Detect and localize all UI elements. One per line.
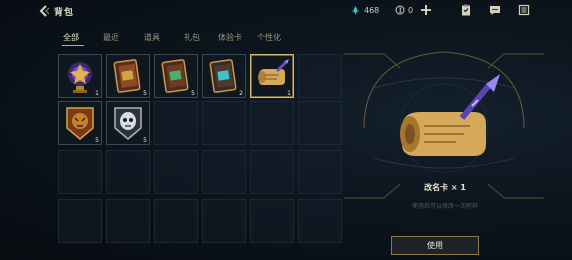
inventory-slot[interactable]: 5 (154, 54, 198, 98)
item-count: 5 (191, 90, 195, 97)
inventory-slot[interactable]: 1 (58, 54, 102, 98)
tab-all[interactable]: 全部 (63, 32, 79, 43)
inventory-slot-empty[interactable] (106, 199, 150, 243)
top-bar: 背包 468 0 (0, 0, 572, 24)
riot-points-value: 0 (408, 5, 414, 15)
item-count: 2 (239, 90, 243, 97)
riot-points-icon (395, 5, 405, 15)
use-button[interactable]: 使用 (391, 236, 479, 255)
inventory-slot-empty[interactable] (298, 150, 342, 194)
inventory-slot-empty[interactable] (298, 101, 342, 145)
item-count: 5 (143, 137, 147, 144)
inventory-slot-empty[interactable] (202, 101, 246, 145)
inventory-slot[interactable]: 2 (202, 54, 246, 98)
blue-essence-value: 468 (364, 6, 380, 15)
inventory-slot[interactable]: 5 (58, 101, 102, 145)
chat-icon[interactable] (489, 4, 501, 16)
tab-recent[interactable]: 最近 (103, 32, 119, 43)
item-count: 5 (95, 137, 99, 144)
item-count: 5 (143, 90, 147, 97)
settings-menu-icon[interactable] (518, 4, 530, 16)
active-tab-indicator (62, 45, 84, 46)
blue-essence-icon (352, 6, 359, 15)
inventory-slot-empty[interactable] (106, 150, 150, 194)
inventory-slot-empty[interactable] (154, 150, 198, 194)
item-count: 1 (95, 90, 99, 97)
name-change-scroll-large-icon (400, 74, 500, 156)
add-currency-icon[interactable] (420, 4, 432, 16)
back-arrow-icon[interactable] (37, 4, 51, 18)
inventory-slot-empty[interactable] (298, 54, 342, 98)
inventory-slot-selected[interactable]: 1 (250, 54, 294, 98)
inventory-slot-empty[interactable] (154, 101, 198, 145)
inventory-slot-empty[interactable] (250, 199, 294, 243)
item-name: 改名卡 × 1 (424, 183, 466, 192)
missions-clipboard-icon[interactable] (460, 4, 472, 16)
tab-items[interactable]: 道具 (144, 32, 160, 43)
inventory-slot-empty[interactable] (298, 199, 342, 243)
inventory-slot-empty[interactable] (154, 199, 198, 243)
tab-trial-cards[interactable]: 体验卡 (218, 32, 242, 43)
riot-points-display: 0 (395, 5, 413, 15)
inventory-slot[interactable]: 5 (106, 54, 150, 98)
inventory-slot-empty[interactable] (58, 199, 102, 243)
item-description: 使用后可以修改一次昵称 (411, 203, 478, 210)
blue-essence-display: 468 (350, 5, 379, 16)
tab-personalization[interactable]: 个性化 (257, 32, 281, 43)
inventory-slot-empty[interactable] (58, 150, 102, 194)
inventory-slot-empty[interactable] (202, 199, 246, 243)
item-count: 1 (287, 90, 291, 97)
inventory-slot[interactable]: 5 (106, 101, 150, 145)
inventory-slot-empty[interactable] (250, 150, 294, 194)
inventory-slot-empty[interactable] (250, 101, 294, 145)
page-title: 背包 (54, 8, 75, 18)
inventory-slot-empty[interactable] (202, 150, 246, 194)
tab-gift-packs[interactable]: 礼包 (184, 32, 200, 43)
